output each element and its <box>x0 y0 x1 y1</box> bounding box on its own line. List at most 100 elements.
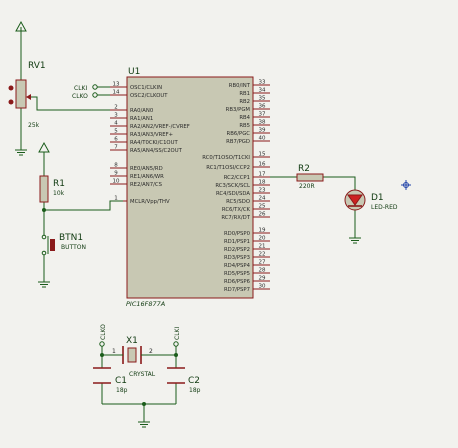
mcu-pin-number: 29 <box>259 276 266 282</box>
ground-symbol <box>14 149 28 156</box>
x1-ref: X1 <box>126 336 138 346</box>
ground-symbol <box>348 237 362 244</box>
mcu-pin-name: RD0/PSP0 <box>224 231 251 237</box>
capacitor-c2[interactable]: C2 18p <box>167 367 201 394</box>
rv1-pin-dot <box>8 99 14 105</box>
mcu-pin-name: RA2/AN2/VREF-/CVREF <box>130 124 190 130</box>
mcu-pin-number: 13 <box>113 82 120 88</box>
capacitor-c1[interactable]: C1 18p <box>93 367 128 394</box>
mcu-pin-name: RB6/PGC <box>227 131 251 137</box>
r2-body <box>296 173 324 182</box>
mcu-pin-name: RA5/AN4/SS/C2OUT <box>130 148 183 154</box>
led-d1[interactable]: D1 LED-RED <box>344 189 398 211</box>
mcu-pin-name: RE1/AN6/WR <box>130 174 164 180</box>
mcu-pin-number: 23 <box>259 188 266 194</box>
mcu-pin-name: RC5/SDO <box>226 199 250 205</box>
mcu-pin-number: 19 <box>259 228 266 234</box>
mcu-pin-number: 16 <box>259 162 266 168</box>
mcu-pin-number: 27 <box>259 260 266 266</box>
mcu-pin-number: 24 <box>259 196 266 202</box>
mcu-pin-number: 36 <box>259 104 266 110</box>
mcu-pin-name: RB1 <box>239 91 250 97</box>
crosshair-marker-icon <box>401 180 411 190</box>
btn1-actuator <box>50 239 55 251</box>
mcu-pin-name: RD1/PSP1 <box>224 239 250 245</box>
c1-ref: C1 <box>115 376 127 386</box>
crystal-x1[interactable]: X1 CRYSTAL 1 2 <box>112 336 156 378</box>
junction-dot <box>42 208 46 212</box>
btn1-ref: BTN1 <box>59 233 83 243</box>
mcu-pin-name: RC7/RX/DT <box>221 215 250 221</box>
x1-pin1: 1 <box>112 348 116 355</box>
mcu-pin-name: RA0/AN0 <box>130 108 154 114</box>
mcu-pin-number: 37 <box>259 112 266 118</box>
mcu-pin-name: RE2/AN7/CS <box>130 182 163 188</box>
mcu-pin-name: RE0/AN5/RD <box>130 166 163 172</box>
mcu-pin-name: RB2 <box>239 99 250 105</box>
mcu-pin-number: 6 <box>114 137 118 143</box>
rv1-pin-dot <box>8 85 14 91</box>
mcu-pin-name: OSC1/CLKIN <box>130 85 162 91</box>
mcu-pin-number: 4 <box>114 121 118 127</box>
mcu-pin-number: 22 <box>259 252 266 258</box>
rv1-body <box>15 79 27 109</box>
junction-dot <box>174 353 178 357</box>
mcu-pin-name: RA1/AN1 <box>130 116 153 122</box>
clki-terminal <box>92 84 98 90</box>
x1-value: CRYSTAL <box>129 371 156 378</box>
mcu-pin-name: RA3/AN3/VREF+ <box>130 132 173 138</box>
mcu-pin-name: RD4/PSP4 <box>224 263 251 269</box>
mcu-pin-name: RB5 <box>239 123 250 129</box>
mcu-u1[interactable]: U1 PIC16F877A 13 OSC1/CLKIN 14 OSC2/CLKOUT 2… <box>110 67 270 308</box>
clko-terminal <box>92 92 98 98</box>
mcu-pin-number: 35 <box>259 96 266 102</box>
resistor-r2[interactable]: R2 220R <box>296 164 324 190</box>
mcu-pin-name: RC0/T1OSO/T1CKI <box>202 155 250 161</box>
btn1-contact <box>41 234 47 240</box>
mcu-pin-name: RD5/PSP5 <box>224 271 250 277</box>
c2-value: 18p <box>189 387 201 394</box>
mcu-pin-number: 18 <box>259 180 266 186</box>
mcu-pin-number: 26 <box>259 212 266 218</box>
mcu-pin-number: 10 <box>113 179 120 185</box>
mcu-pin-name: RC4/SDI/SDA <box>216 191 250 197</box>
r2-value: 220R <box>299 183 315 190</box>
clki-net-label: CLKI <box>74 85 87 92</box>
potentiometer-rv1[interactable]: RV1 25k <box>8 61 46 129</box>
resistor-r1[interactable]: R1 10k <box>39 175 65 203</box>
c1-value: 18p <box>116 387 128 394</box>
r2-ref: R2 <box>298 164 310 174</box>
mcu-part-label: PIC16F877A <box>126 300 165 308</box>
mcu-pin-name: RD2/PSP2 <box>224 247 250 253</box>
r1-ref: R1 <box>53 179 65 189</box>
power-arrow-r1 <box>38 141 50 153</box>
mcu-pin-name: RB3/PGM <box>226 107 251 113</box>
mcu-ref-label: U1 <box>128 67 140 77</box>
rv1-value: 25k <box>28 122 40 129</box>
button-btn1[interactable]: BTN1 BUTTON <box>41 232 86 258</box>
x1-pin2: 2 <box>149 348 153 355</box>
x1-left-net-label: CLKO <box>100 324 107 340</box>
mcu-pin-name: RD3/PSP3 <box>224 255 250 261</box>
mcu-pin-number: 7 <box>114 145 118 151</box>
x1-right-net-label: CLKI <box>174 327 181 340</box>
mcu-pin-number: 2 <box>114 105 118 111</box>
mcu-pin-number: 9 <box>114 171 118 177</box>
mcu-pin-name: OSC2/CLKOUT <box>130 93 168 99</box>
schematic-canvas: U1 PIC16F877A 13 OSC1/CLKIN 1 4 OSC2/CLKOUT 2… <box>8 20 411 428</box>
btn1-value: BUTTON <box>61 244 86 251</box>
r1-body <box>39 175 49 203</box>
x1-body <box>127 347 137 363</box>
mcu-pin-name: RC1/T1OSI/CCP2 <box>206 165 250 171</box>
btn1-contact <box>41 250 47 256</box>
ground-symbol <box>137 421 151 428</box>
mcu-pin-number: 5 <box>114 129 118 135</box>
mcu-pin-name: RB0/INT <box>229 83 251 89</box>
mcu-pin-number: 20 <box>259 236 266 242</box>
mcu-pin-name: RC6/TX/CK <box>222 207 251 213</box>
junction-dot <box>142 402 146 406</box>
mcu-pin-number: 28 <box>259 268 266 274</box>
rv1-ref: RV1 <box>28 61 46 71</box>
clko-net-label: CLKO <box>72 93 88 100</box>
rv1-wiper-arrow <box>26 94 31 100</box>
